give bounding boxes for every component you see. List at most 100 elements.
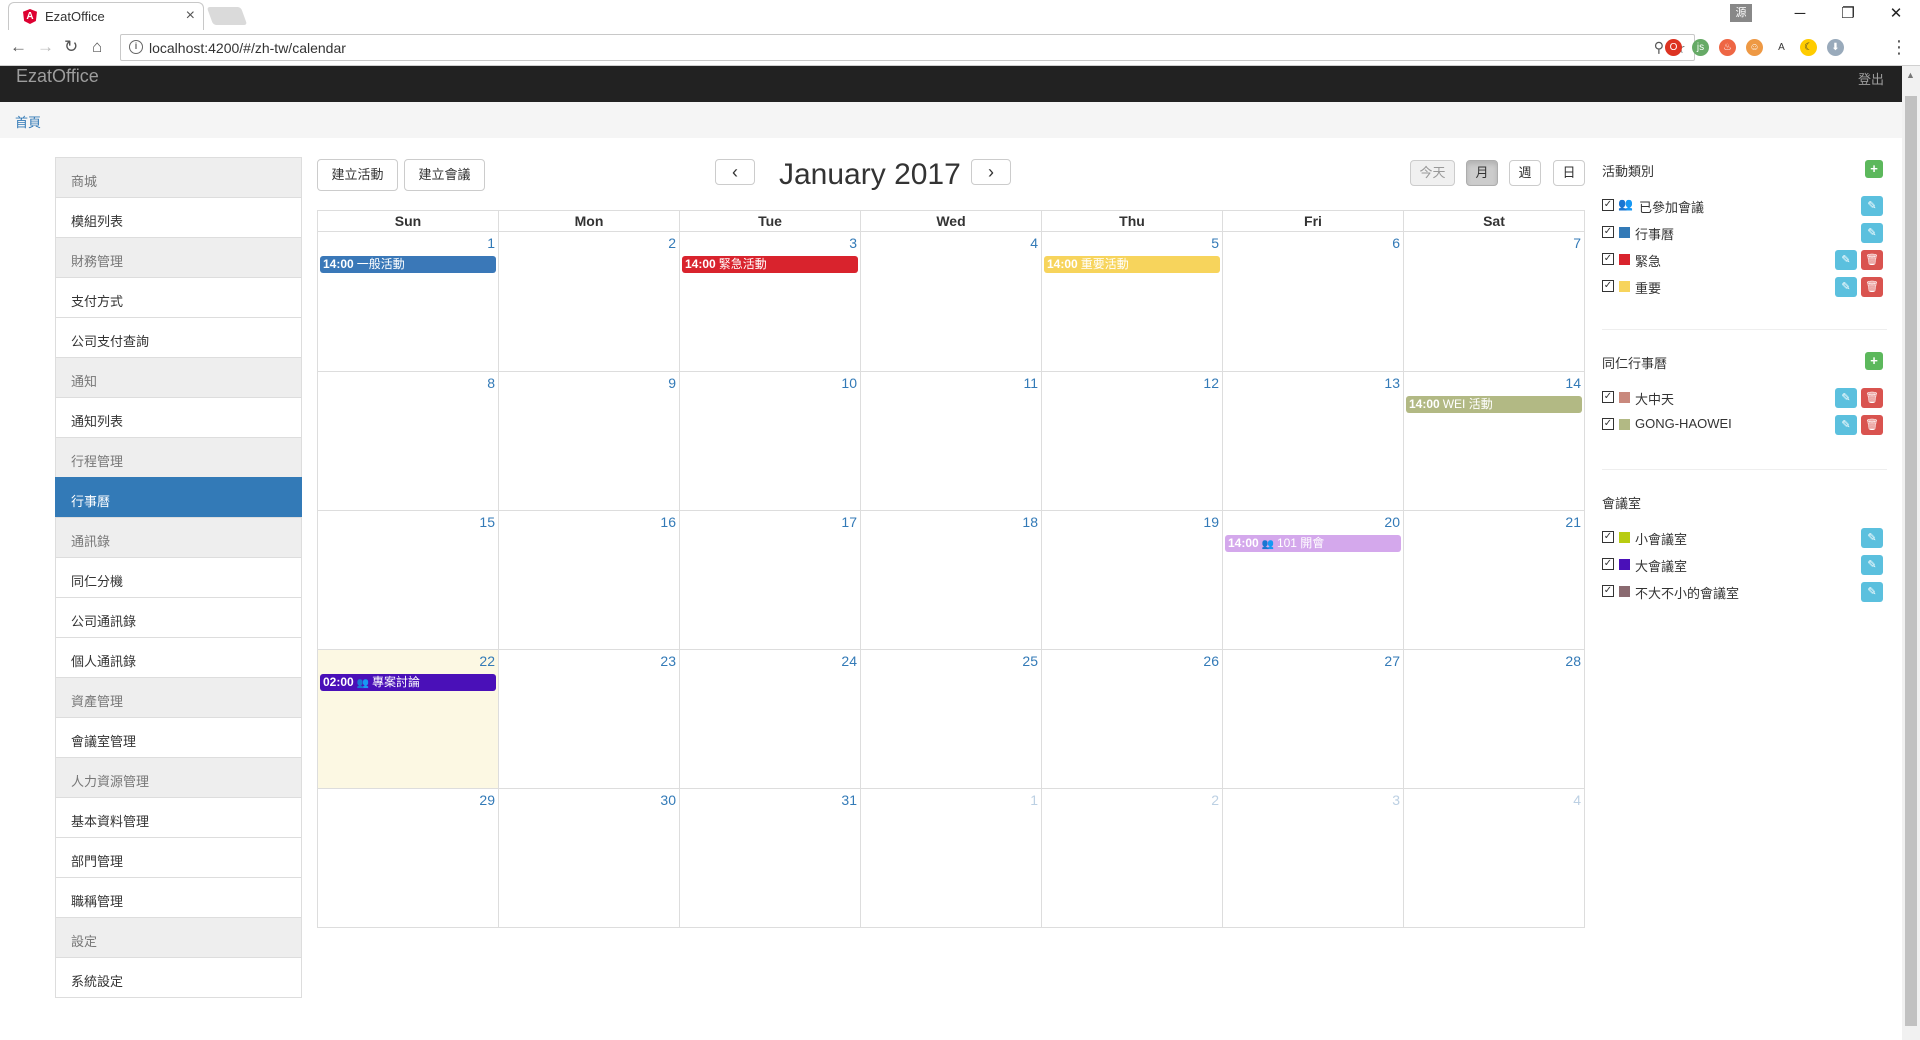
day-number[interactable]: 18 [1022,514,1038,530]
sidebar-item[interactable]: 公司支付查詢 [55,317,302,358]
checkbox-checked[interactable]: ✓ [1602,558,1614,570]
month-view-button[interactable]: 月 [1466,160,1498,186]
day-number[interactable]: 10 [841,375,857,391]
day-number[interactable]: 26 [1203,653,1219,669]
day-number[interactable]: 4 [1573,792,1581,808]
day-number[interactable]: 3 [1392,792,1400,808]
day-cell[interactable]: 8 [318,372,498,510]
day-number[interactable]: 4 [1030,235,1038,251]
day-cell[interactable]: 9 [498,372,679,510]
checkbox-checked[interactable]: ✓ [1602,391,1614,403]
day-number[interactable]: 15 [479,514,495,530]
sidebar-item[interactable]: 職稱管理 [55,877,302,918]
day-number[interactable]: 9 [668,375,676,391]
day-cell[interactable]: 11 [860,372,1041,510]
day-cell[interactable]: 27 [1222,650,1403,788]
sidebar-item[interactable]: 行事曆 [55,477,302,518]
day-cell[interactable]: 12 [1041,372,1222,510]
day-number[interactable]: 14 [1565,375,1581,391]
edit-button[interactable]: ✎ [1861,196,1883,216]
day-number[interactable]: 29 [479,792,495,808]
day-cell[interactable]: 16 [498,511,679,649]
day-cell[interactable]: 1 14:00 一般活動 [318,232,498,371]
edit-button[interactable]: ✎ [1835,277,1857,297]
sidebar-item[interactable]: 模組列表 [55,197,302,238]
fire-extension-icon[interactable]: ♨ [1719,39,1736,56]
edit-button[interactable]: ✎ [1861,555,1883,575]
day-cell[interactable]: 7 [1403,232,1584,371]
day-cell[interactable]: 4 [860,232,1041,371]
day-number[interactable]: 28 [1565,653,1581,669]
address-bar[interactable]: i localhost:4200/#/zh-tw/calendar ⚲ ☆ [120,34,1695,61]
scroll-up-icon[interactable]: ▲ [1906,70,1915,80]
sidebar-item[interactable]: 同仁分機 [55,557,302,598]
calendar-event[interactable]: 02:00 👥 專案討論 [320,674,496,691]
edit-button[interactable]: ✎ [1835,250,1857,270]
day-number[interactable]: 22 [479,653,495,669]
checkbox-checked[interactable]: ✓ [1602,199,1614,211]
add-colleague-button[interactable]: + [1865,352,1883,370]
calendar-event[interactable]: 14:00 👥 101 開會 [1225,535,1401,552]
moon-extension-icon[interactable]: ☾ [1800,39,1817,56]
day-number[interactable]: 21 [1565,514,1581,530]
opera-extension-icon[interactable]: O [1665,39,1682,56]
day-cell[interactable]: 31 [679,789,860,927]
next-month-button[interactable]: › [971,159,1011,185]
sidebar-item[interactable]: 通知列表 [55,397,302,438]
week-view-button[interactable]: 週 [1509,160,1541,186]
breadcrumb-home[interactable]: 首頁 [15,112,41,131]
calendar-event[interactable]: 14:00 重要活動 [1044,256,1220,273]
day-number[interactable]: 8 [487,375,495,391]
day-number[interactable]: 3 [849,235,857,251]
delete-button[interactable]: 🗑 [1861,388,1883,408]
day-cell[interactable]: 6 [1222,232,1403,371]
day-number[interactable]: 16 [660,514,676,530]
day-cell[interactable]: 3 [1222,789,1403,927]
browser-tab[interactable]: A EzatOffice × [8,2,204,30]
logout-link[interactable]: 登出 [1858,69,1884,88]
day-number[interactable]: 2 [1211,792,1219,808]
day-cell[interactable]: 2 [498,232,679,371]
day-cell[interactable]: 28 [1403,650,1584,788]
day-number[interactable]: 19 [1203,514,1219,530]
info-icon[interactable]: i [129,40,143,54]
sidebar-item[interactable]: 公司通訊錄 [55,597,302,638]
today-button[interactable]: 今天 [1410,160,1455,186]
home-icon[interactable]: ⌂ [92,37,102,57]
day-number[interactable]: 1 [487,235,495,251]
day-cell[interactable]: 21 [1403,511,1584,649]
day-number[interactable]: 7 [1573,235,1581,251]
checkbox-checked[interactable]: ✓ [1602,253,1614,265]
sidebar-item[interactable]: 系統設定 [55,957,302,998]
back-icon[interactable]: ← [10,37,27,57]
edit-button[interactable]: ✎ [1861,223,1883,243]
day-cell[interactable]: 5 14:00 重要活動 [1041,232,1222,371]
day-cell[interactable]: 30 [498,789,679,927]
day-number[interactable]: 25 [1022,653,1038,669]
day-cell[interactable]: 3 14:00 緊急活動 [679,232,860,371]
add-event-type-button[interactable]: + [1865,160,1883,178]
day-number[interactable]: 23 [660,653,676,669]
day-number[interactable]: 24 [841,653,857,669]
day-number[interactable]: 12 [1203,375,1219,391]
restore-icon[interactable]: ❐ [1824,4,1872,22]
close-window-icon[interactable]: ✕ [1872,4,1920,22]
day-cell[interactable]: 2 [1041,789,1222,927]
edit-button[interactable]: ✎ [1861,528,1883,548]
day-cell[interactable]: 14 14:00 WEI 活動 [1403,372,1584,510]
profile-button[interactable]: 源 [1730,4,1752,22]
forward-icon[interactable]: → [37,37,54,57]
day-cell[interactable]: 18 [860,511,1041,649]
face-extension-icon[interactable]: ☺ [1746,39,1763,56]
delete-button[interactable]: 🗑 [1861,250,1883,270]
day-cell[interactable]: 24 [679,650,860,788]
day-number[interactable]: 6 [1392,235,1400,251]
day-number[interactable]: 30 [660,792,676,808]
day-number[interactable]: 5 [1211,235,1219,251]
calendar-event[interactable]: 14:00 一般活動 [320,256,496,273]
day-cell[interactable]: 13 [1222,372,1403,510]
sidebar-item[interactable]: 部門管理 [55,837,302,878]
js-extension-icon[interactable]: js [1692,39,1709,56]
sidebar-item[interactable]: 支付方式 [55,277,302,318]
day-cell[interactable]: 25 [860,650,1041,788]
